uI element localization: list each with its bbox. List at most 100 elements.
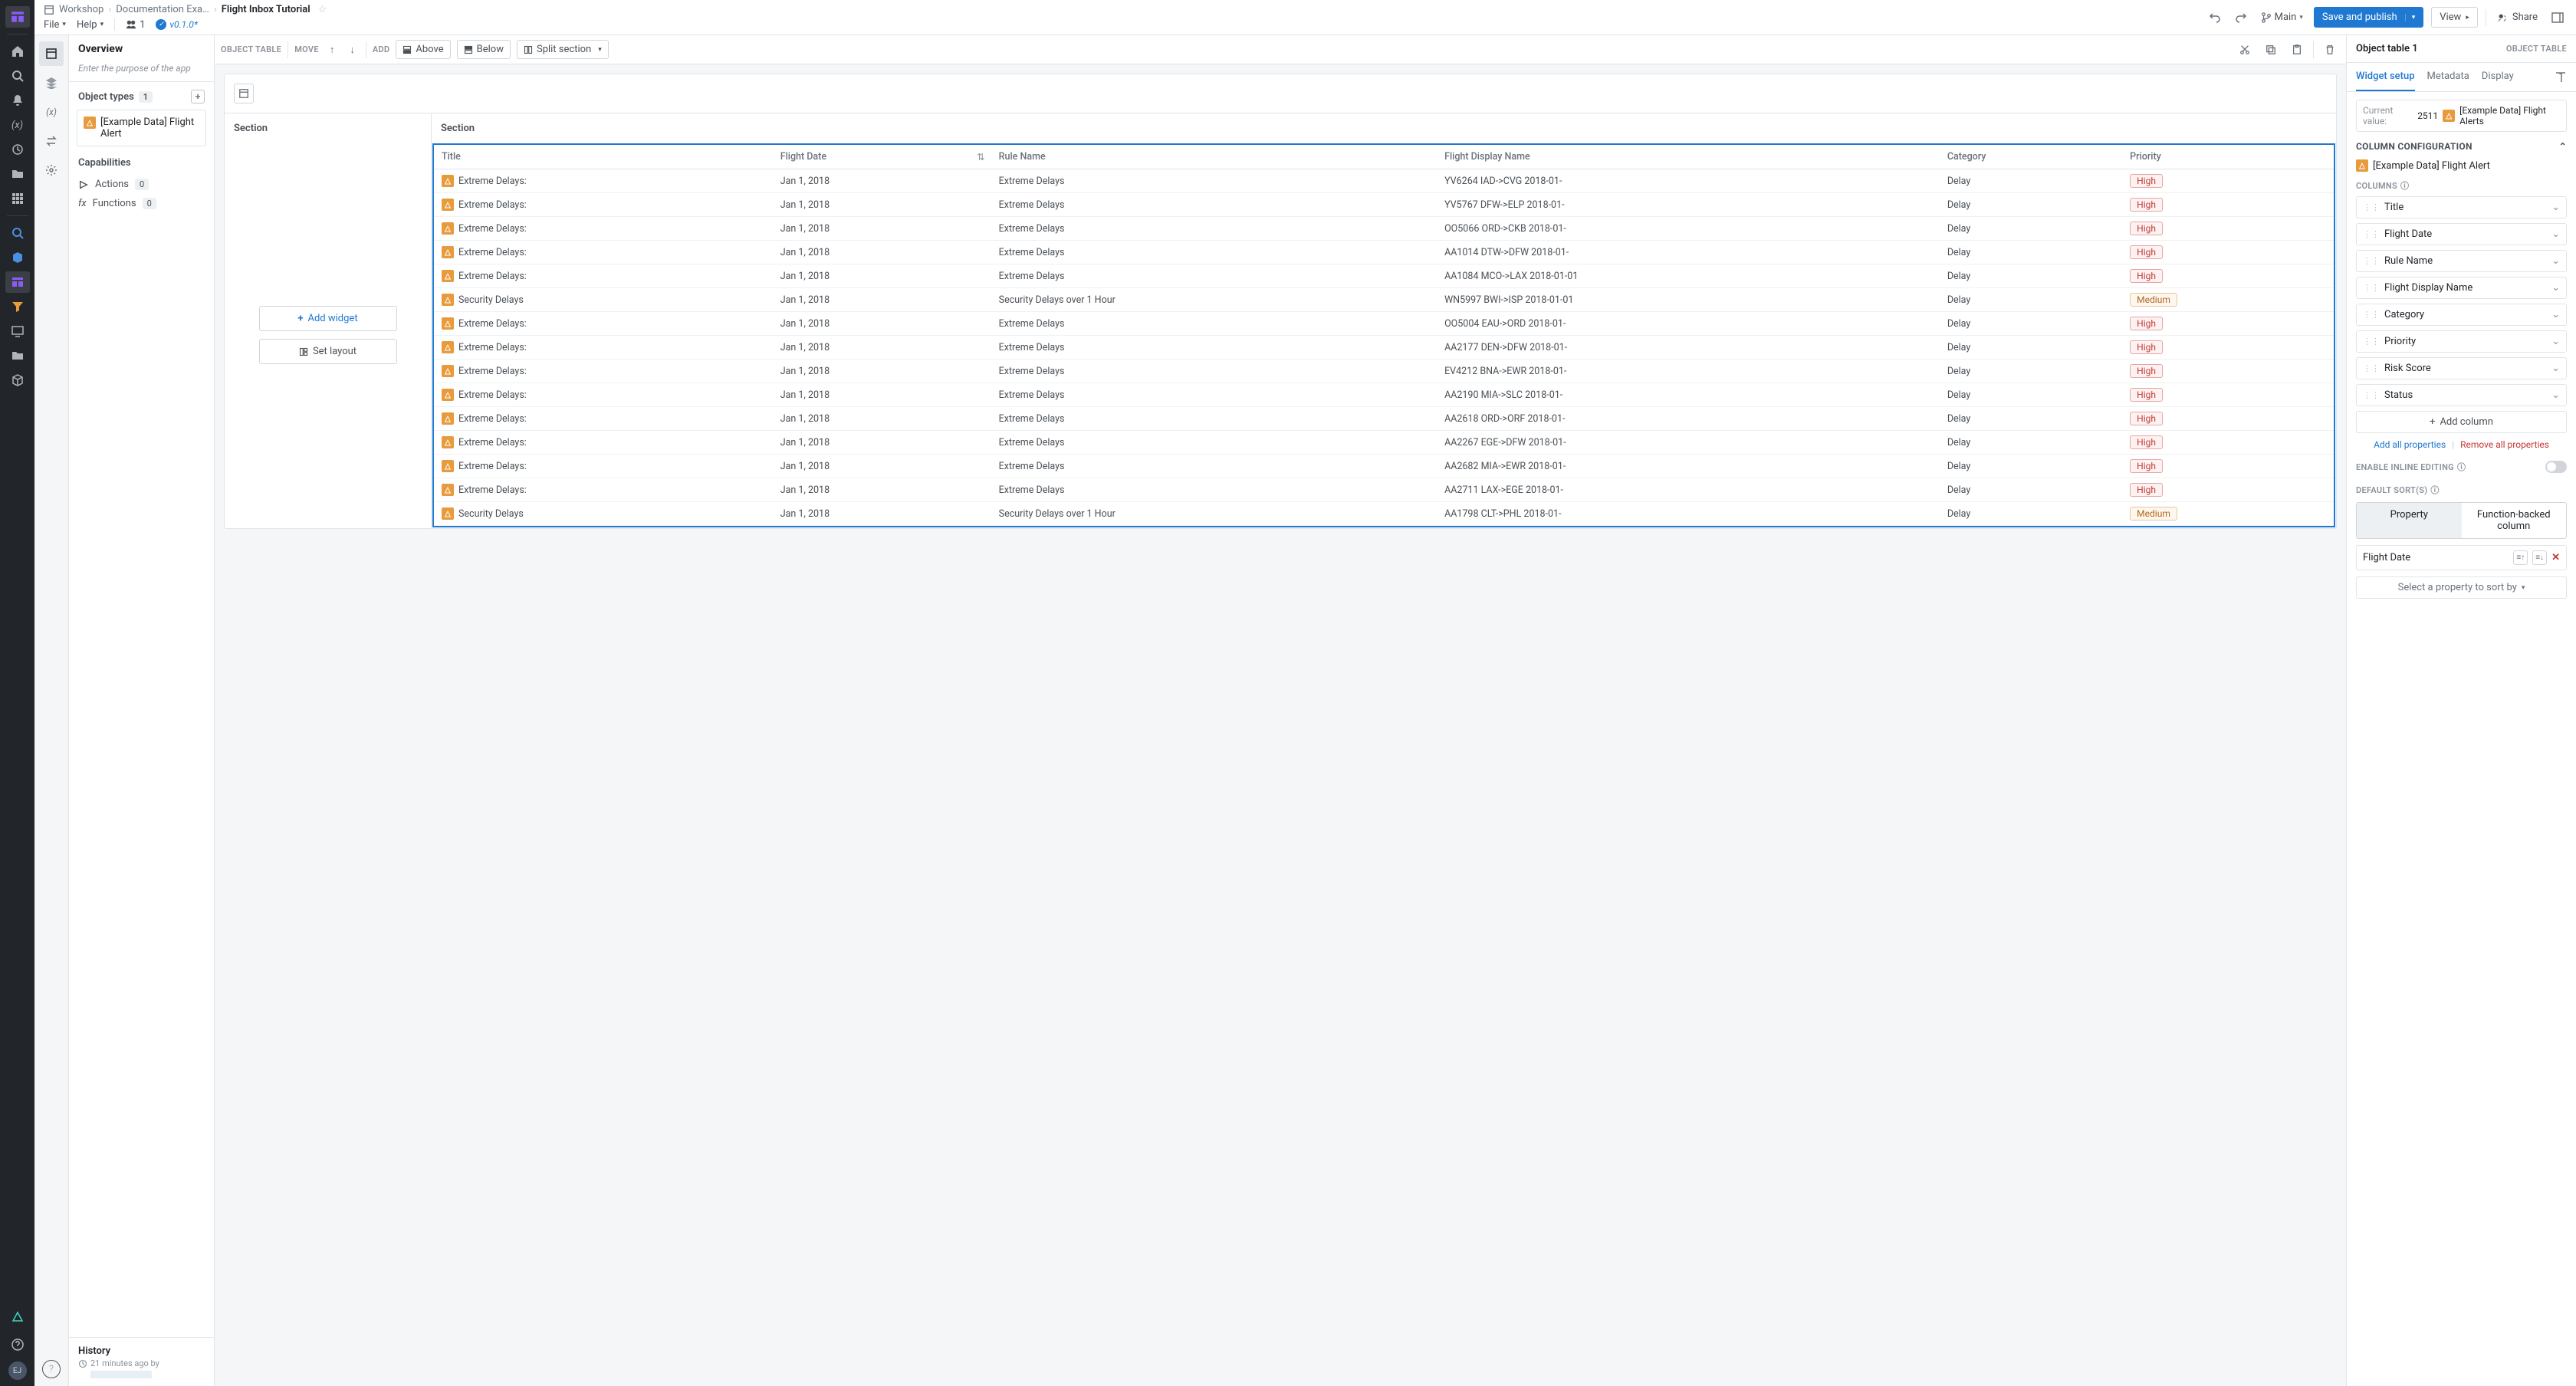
rail-variable-icon[interactable]: (x) xyxy=(5,114,30,136)
seg-function[interactable]: Function-backed column xyxy=(2462,503,2567,538)
rail-monitor-icon[interactable] xyxy=(5,320,30,342)
copy-button[interactable] xyxy=(2261,41,2281,58)
sort-desc-button[interactable]: ≡↓ xyxy=(2532,550,2547,565)
rail-clock-icon[interactable] xyxy=(5,139,30,160)
rail-search-icon[interactable] xyxy=(5,65,30,87)
column-item[interactable]: ⋮⋮Title⌄ xyxy=(2356,196,2567,218)
column-item[interactable]: ⋮⋮Priority⌄ xyxy=(2356,330,2567,353)
redo-icon[interactable] xyxy=(2232,8,2250,27)
chevron-down-icon[interactable]: ⌄ xyxy=(2551,309,2560,320)
table-row[interactable]: △Extreme Delays:Jan 1, 2018Extreme Delay… xyxy=(434,241,2334,264)
inline-editing-toggle[interactable] xyxy=(2545,461,2567,473)
column-item[interactable]: ⋮⋮Flight Date⌄ xyxy=(2356,223,2567,245)
drag-handle-icon[interactable]: ⋮⋮ xyxy=(2363,337,2380,346)
cut-button[interactable] xyxy=(2235,41,2255,58)
tab-display[interactable]: Display xyxy=(2482,63,2514,91)
drag-handle-icon[interactable]: ⋮⋮ xyxy=(2363,310,2380,320)
remove-all-properties-link[interactable]: Remove all properties xyxy=(2460,439,2549,450)
chevron-down-icon[interactable]: ⌄ xyxy=(2551,336,2560,347)
column-config-header[interactable]: COLUMN CONFIGURATION ⌃ xyxy=(2356,141,2567,152)
set-layout-button[interactable]: Set layout xyxy=(259,339,397,364)
rail-apps-icon[interactable] xyxy=(5,188,30,209)
rail-folder2-icon[interactable] xyxy=(5,345,30,366)
table-row[interactable]: △Security DelaysJan 1, 2018Security Dela… xyxy=(434,502,2334,526)
object-table-widget[interactable]: TitleFlight Date⇅Rule NameFlight Display… xyxy=(432,143,2335,527)
table-row[interactable]: △Extreme Delays:Jan 1, 2018Extreme Delay… xyxy=(434,169,2334,193)
menu-users[interactable]: 1 xyxy=(126,19,145,31)
table-header-title[interactable]: Title xyxy=(434,145,773,169)
history-footer[interactable]: History 21 minutes ago by xyxy=(69,1337,214,1386)
rail-filter-icon[interactable] xyxy=(5,296,30,317)
rail-triangle-icon[interactable] xyxy=(5,1306,30,1328)
column-item[interactable]: ⋮⋮Category⌄ xyxy=(2356,304,2567,326)
table-row[interactable]: △Extreme Delays:Jan 1, 2018Extreme Delay… xyxy=(434,193,2334,217)
rail-cube-icon[interactable] xyxy=(5,247,30,268)
sidepanel-overview-icon[interactable] xyxy=(39,41,64,66)
menu-help[interactable]: Help ▾ xyxy=(77,19,104,31)
table-row[interactable]: △Extreme Delays:Jan 1, 2018Extreme Delay… xyxy=(434,360,2334,383)
table-row[interactable]: △Security DelaysJan 1, 2018Security Dela… xyxy=(434,288,2334,312)
move-down-button[interactable]: ↓ xyxy=(345,41,360,59)
table-header-rule_name[interactable]: Rule Name xyxy=(991,145,1437,169)
chevron-down-icon[interactable]: ⌄ xyxy=(2551,363,2560,374)
view-button[interactable]: View ▸ xyxy=(2431,7,2478,28)
docs-icon[interactable] xyxy=(2555,63,2567,91)
sidepanel-settings-icon[interactable] xyxy=(39,158,64,182)
drag-handle-icon[interactable]: ⋮⋮ xyxy=(2363,202,2380,212)
rail-search2-icon[interactable] xyxy=(5,222,30,244)
drag-handle-icon[interactable]: ⋮⋮ xyxy=(2363,363,2380,373)
rail-home-icon[interactable] xyxy=(5,41,30,62)
sidepanel-transfer-icon[interactable] xyxy=(39,129,64,153)
remove-sort-button[interactable]: ✕ xyxy=(2551,552,2560,563)
table-row[interactable]: △Extreme Delays:Jan 1, 2018Extreme Delay… xyxy=(434,312,2334,336)
column-item[interactable]: ⋮⋮Rule Name⌄ xyxy=(2356,250,2567,272)
share-button[interactable]: Share xyxy=(2494,8,2541,26)
branch-icon[interactable]: Main ▾ xyxy=(2258,8,2306,26)
actions-item[interactable]: Actions 0 xyxy=(69,175,214,194)
table-row[interactable]: △Extreme Delays:Jan 1, 2018Extreme Delay… xyxy=(434,217,2334,241)
sidepanel-layers-icon[interactable] xyxy=(39,71,64,95)
page-icon[interactable] xyxy=(234,84,254,103)
drag-handle-icon[interactable]: ⋮⋮ xyxy=(2363,229,2380,239)
move-up-button[interactable]: ↑ xyxy=(325,41,340,59)
add-column-button[interactable]: +Add column xyxy=(2356,411,2567,433)
sidepanel-var-icon[interactable]: (x) xyxy=(39,100,64,124)
rail-user-avatar[interactable]: EJ xyxy=(8,1361,27,1380)
tab-metadata[interactable]: Metadata xyxy=(2427,63,2469,91)
column-item[interactable]: ⋮⋮Flight Display Name⌄ xyxy=(2356,277,2567,299)
table-row[interactable]: △Extreme Delays:Jan 1, 2018Extreme Delay… xyxy=(434,336,2334,360)
table-row[interactable]: △Extreme Delays:Jan 1, 2018Extreme Delay… xyxy=(434,455,2334,478)
table-row[interactable]: △Extreme Delays:Jan 1, 2018Extreme Delay… xyxy=(434,407,2334,431)
panel-toggle-icon[interactable] xyxy=(2548,8,2567,27)
drag-handle-icon[interactable]: ⋮⋮ xyxy=(2363,283,2380,293)
sidepanel-help-icon[interactable]: ? xyxy=(42,1360,61,1378)
tab-widget-setup[interactable]: Widget setup xyxy=(2356,63,2415,91)
rail-help-icon[interactable] xyxy=(5,1334,30,1355)
table-header-flight_date[interactable]: Flight Date⇅ xyxy=(773,145,991,169)
chevron-down-icon[interactable]: ⌄ xyxy=(2551,282,2560,294)
star-icon[interactable]: ☆ xyxy=(318,4,327,15)
rail-workshop-icon[interactable] xyxy=(5,6,30,28)
split-section-button[interactable]: Split section ▾ xyxy=(517,40,609,59)
sort-asc-button[interactable]: ≡↑ xyxy=(2513,550,2528,565)
table-header-category[interactable]: Category xyxy=(1940,145,2122,169)
rail-box-icon[interactable] xyxy=(5,369,30,391)
paste-button[interactable] xyxy=(2287,41,2307,58)
add-object-type-button[interactable]: + xyxy=(191,90,205,103)
table-row[interactable]: △Extreme Delays:Jan 1, 2018Extreme Delay… xyxy=(434,383,2334,407)
rail-bell-icon[interactable] xyxy=(5,90,30,111)
drag-handle-icon[interactable]: ⋮⋮ xyxy=(2363,256,2380,266)
chevron-down-icon[interactable]: ⌄ xyxy=(2551,202,2560,213)
delete-button[interactable] xyxy=(2320,41,2340,58)
rail-layout-icon[interactable] xyxy=(5,271,30,293)
functions-item[interactable]: fx Functions 0 xyxy=(69,194,214,213)
seg-property[interactable]: Property xyxy=(2357,503,2462,538)
table-row[interactable]: △Extreme Delays:Jan 1, 2018Extreme Delay… xyxy=(434,264,2334,288)
table-header-priority[interactable]: Priority xyxy=(2122,145,2334,169)
chevron-down-icon[interactable]: ⌄ xyxy=(2551,255,2560,267)
sort-icon[interactable]: ⇅ xyxy=(977,151,984,163)
breadcrumb-docs[interactable]: Documentation Exa… xyxy=(116,4,209,15)
add-widget-button[interactable]: +Add widget xyxy=(259,306,397,331)
breadcrumb-workshop[interactable]: Workshop xyxy=(59,4,104,15)
add-above-button[interactable]: Above xyxy=(396,40,450,59)
